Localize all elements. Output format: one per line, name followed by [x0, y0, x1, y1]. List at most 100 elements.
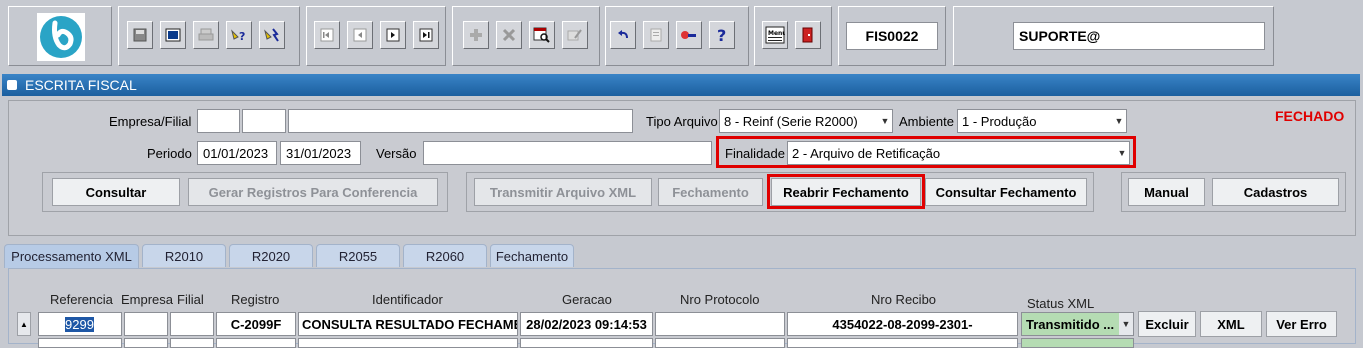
- query-icon[interactable]: [529, 21, 555, 49]
- tab-processamento-xml[interactable]: Processamento XML: [4, 244, 139, 268]
- logo-area: [8, 6, 112, 66]
- cadastros-button[interactable]: Cadastros: [1212, 178, 1339, 206]
- row2-cell[interactable]: [520, 338, 653, 348]
- ver-erro-button[interactable]: Ver Erro: [1266, 311, 1337, 337]
- key-icon[interactable]: [676, 21, 702, 49]
- svg-text:Menu: Menu: [768, 30, 785, 37]
- tab-r2060[interactable]: R2060: [403, 244, 487, 267]
- toolbar: ? ? Menu FIS0022 SUPORTE@: [0, 0, 1363, 70]
- user-field: SUPORTE@: [1013, 22, 1265, 50]
- periodo-start-field[interactable]: 01/01/2023: [197, 141, 277, 165]
- tipo-arquivo-select[interactable]: 8 - Reinf (Serie R2000) ▼: [719, 109, 893, 133]
- transmitir-xml-button[interactable]: Transmitir Arquivo XML: [474, 178, 652, 206]
- finalidade-label: Finalidade: [725, 146, 785, 161]
- row2-cell[interactable]: [170, 338, 214, 348]
- cell-registro[interactable]: C-2099F: [216, 312, 296, 336]
- col-nro-recibo: Nro Recibo: [871, 292, 937, 307]
- next-record-icon[interactable]: [380, 21, 406, 49]
- cell-referencia[interactable]: 9299: [38, 312, 122, 336]
- first-record-icon[interactable]: [314, 21, 340, 49]
- cell-identificador[interactable]: CONSULTA RESULTADO FECHAME: [298, 312, 518, 336]
- svg-text:?: ?: [239, 30, 245, 43]
- save-icon[interactable]: [127, 21, 153, 49]
- print-icon[interactable]: [193, 21, 219, 49]
- scroll-up-icon[interactable]: ▲: [17, 312, 31, 336]
- cell-status-select[interactable]: Transmitido ... ▼: [1021, 312, 1134, 336]
- cell-filial[interactable]: [170, 312, 214, 336]
- query-help-icon[interactable]: ?: [226, 21, 252, 49]
- consultar-fechamento-button[interactable]: Consultar Fechamento: [925, 178, 1087, 206]
- fechamento-button[interactable]: Fechamento: [658, 178, 763, 206]
- window-icon-small: [7, 80, 17, 90]
- previous-record-icon[interactable]: [347, 21, 373, 49]
- row2-cell[interactable]: [124, 338, 168, 348]
- ambiente-value: 1 - Produção: [962, 113, 1037, 129]
- chevron-down-icon[interactable]: ▼: [1115, 142, 1129, 164]
- last-record-icon[interactable]: [413, 21, 439, 49]
- ambiente-select[interactable]: 1 - Produção ▼: [957, 109, 1127, 133]
- xml-button[interactable]: XML: [1200, 311, 1262, 337]
- window-titlebar: ESCRITA FISCAL: [2, 74, 1360, 96]
- window-title: ESCRITA FISCAL: [25, 77, 137, 93]
- empresa-field[interactable]: [197, 109, 240, 133]
- finalidade-select[interactable]: 2 - Arquivo de Retificação ▼: [787, 141, 1130, 165]
- excluir-button[interactable]: Excluir: [1138, 311, 1196, 337]
- chevron-down-icon[interactable]: ▼: [1112, 110, 1126, 132]
- finalidade-value: 2 - Arquivo de Retificação: [792, 145, 941, 161]
- tab-r2020[interactable]: R2020: [229, 244, 313, 267]
- cell-nro-recibo[interactable]: 4354022-08-2099-2301-: [787, 312, 1018, 336]
- col-geracao: Geracao: [562, 292, 612, 307]
- row2-cell[interactable]: [1021, 338, 1134, 348]
- tab-r2010[interactable]: R2010: [142, 244, 226, 267]
- periodo-end-field[interactable]: 31/01/2023: [280, 141, 361, 165]
- cell-geracao[interactable]: 28/02/2023 09:14:53: [520, 312, 653, 336]
- chevron-down-icon[interactable]: ▼: [1119, 313, 1133, 335]
- cell-empresa[interactable]: [124, 312, 168, 336]
- status-badge: FECHADO: [1275, 108, 1345, 124]
- filial-field[interactable]: [242, 109, 286, 133]
- help-icon[interactable]: ?: [709, 21, 735, 49]
- row2-cell[interactable]: [38, 338, 122, 348]
- col-identificador: Identificador: [372, 292, 443, 307]
- col-referencia: Referencia: [50, 292, 113, 307]
- tipo-arquivo-label: Tipo Arquivo: [646, 114, 718, 129]
- form-code-field: FIS0022: [846, 22, 938, 50]
- menu-icon[interactable]: Menu: [762, 21, 788, 49]
- undo-icon[interactable]: [610, 21, 636, 49]
- versao-field[interactable]: [423, 141, 712, 165]
- versao-label: Versão: [376, 146, 417, 161]
- reabrir-fechamento-button[interactable]: Reabrir Fechamento: [771, 178, 921, 206]
- row2-cell[interactable]: [787, 338, 1018, 348]
- exit-icon[interactable]: [795, 21, 821, 49]
- tab-fechamento[interactable]: Fechamento: [490, 244, 574, 267]
- edit-icon[interactable]: [562, 21, 588, 49]
- delete-record-icon[interactable]: [496, 21, 522, 49]
- col-nro-protocolo: Nro Protocolo: [680, 292, 760, 307]
- manual-button[interactable]: Manual: [1128, 178, 1205, 206]
- empresa-name-field[interactable]: [288, 109, 633, 133]
- row2-cell[interactable]: [216, 338, 296, 348]
- col-registro: Registro: [231, 292, 280, 307]
- col-status-xml: Status XML: [1027, 296, 1095, 311]
- tab-r2055[interactable]: R2055: [316, 244, 400, 267]
- ambiente-label: Ambiente: [899, 114, 954, 129]
- clear-icon[interactable]: [643, 21, 669, 49]
- logo-d: [37, 13, 85, 61]
- insert-record-icon[interactable]: [463, 21, 489, 49]
- execute-query-icon[interactable]: [259, 21, 285, 49]
- col-empresa: Empresa: [121, 292, 174, 307]
- chevron-down-icon[interactable]: ▼: [878, 110, 892, 132]
- empresa-label: Empresa/Filial: [109, 114, 192, 129]
- gerar-registros-button[interactable]: Gerar Registros Para Conferencia: [188, 178, 438, 206]
- cell-nro-protocolo[interactable]: [655, 312, 785, 336]
- cell-referencia-value: 9299: [65, 316, 94, 332]
- cell-status-value: Transmitido ...: [1026, 316, 1115, 332]
- periodo-label: Periodo: [147, 146, 192, 161]
- tipo-arquivo-value: 8 - Reinf (Serie R2000): [724, 113, 858, 129]
- row2-cell[interactable]: [298, 338, 518, 348]
- col-filial: Filial: [177, 292, 204, 307]
- row2-cell[interactable]: [655, 338, 785, 348]
- window-icon[interactable]: [160, 21, 186, 49]
- consultar-button[interactable]: Consultar: [52, 178, 180, 206]
- svg-text:?: ?: [717, 27, 726, 43]
